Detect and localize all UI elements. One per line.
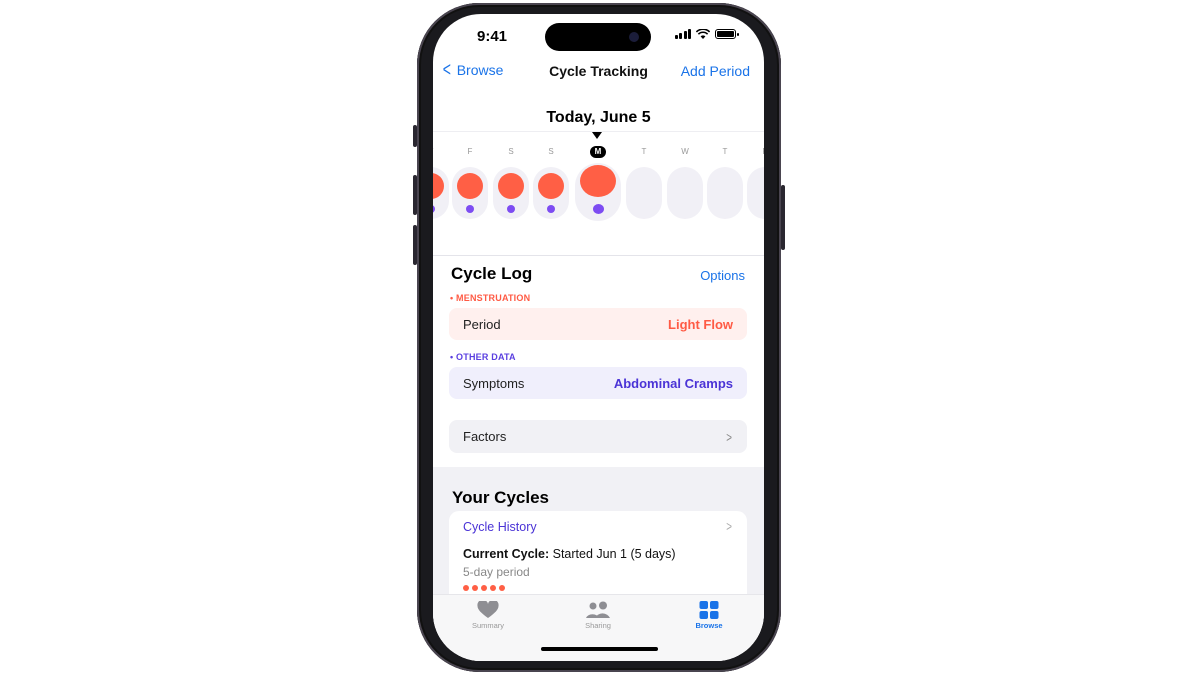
tab-browse[interactable]: Browse	[669, 601, 749, 630]
period-day-dot	[490, 585, 496, 591]
power-button	[781, 185, 785, 250]
period-dots	[463, 585, 505, 591]
cycle-log-title: Cycle Log	[451, 264, 533, 283]
day-letter: T	[722, 147, 728, 156]
day-cell[interactable]	[433, 167, 449, 219]
day-cell[interactable]	[626, 167, 662, 219]
day-cell[interactable]	[707, 167, 743, 219]
day-letter: F	[755, 147, 764, 156]
current-cycle: Current Cycle: Started Jun 1 (5 days)	[463, 547, 676, 561]
period-flow-marker	[538, 173, 564, 199]
volume-down-button	[413, 225, 417, 265]
period-length: 5-day period	[463, 565, 530, 579]
period-flow-marker	[457, 173, 483, 199]
symptom-marker	[433, 205, 435, 213]
symptom-marker	[547, 205, 555, 213]
menstruation-label: • MENSTRUATION	[450, 293, 531, 303]
period-day-dot	[481, 585, 487, 591]
day-letter: S	[548, 147, 554, 156]
chevron-right-icon: >	[726, 428, 732, 445]
day-letter: T	[641, 147, 647, 156]
tab-summary[interactable]: Summary	[448, 601, 528, 630]
period-flow-marker	[433, 173, 444, 199]
day-letter: S	[508, 147, 514, 156]
tab-label: Browse	[695, 621, 723, 630]
heart-icon	[477, 601, 499, 618]
your-cycles-title: Your Cycles	[452, 488, 550, 507]
day-cell[interactable]	[452, 167, 488, 219]
day-cell[interactable]	[575, 163, 621, 221]
tab-label: Sharing	[585, 621, 611, 630]
other-data-label: • OTHER DATA	[450, 352, 516, 362]
camera-icon	[629, 32, 639, 42]
symptom-marker	[592, 204, 604, 214]
nav-bar: < Browse Cycle Tracking Add Period	[433, 60, 764, 86]
period-day-dot	[499, 585, 505, 591]
tab-label: Summary	[471, 621, 505, 630]
tab-bar: Summary Sharing Browse	[433, 594, 764, 661]
day-cell[interactable]	[533, 167, 569, 219]
status-time: 9:41	[477, 28, 508, 45]
day-cell[interactable]	[667, 167, 703, 219]
day-cell[interactable]	[493, 167, 529, 219]
phone-screen: 9:41 < Browse Cycle Tracking Add Period …	[433, 14, 764, 661]
current-cycle-value: Started Jun 1 (5 days)	[549, 547, 676, 561]
action-button	[413, 125, 417, 147]
period-label: Period	[463, 316, 501, 332]
day-cell[interactable]	[747, 167, 764, 219]
home-indicator[interactable]	[541, 647, 658, 651]
people-icon	[586, 601, 610, 618]
dynamic-island	[545, 23, 651, 51]
battery-icon	[715, 29, 739, 39]
period-day-dot	[472, 585, 478, 591]
factors-row[interactable]: Factors >	[449, 420, 747, 453]
divider	[433, 255, 764, 256]
wifi-icon	[696, 29, 710, 39]
add-period-button[interactable]: Add Period	[681, 63, 750, 79]
options-button[interactable]: Options	[700, 268, 745, 283]
current-cycle-label: Current Cycle:	[463, 547, 550, 561]
period-flow-marker	[580, 165, 616, 197]
symptoms-label: Symptoms	[463, 375, 525, 391]
symptom-marker	[466, 205, 474, 213]
cycle-history-link[interactable]: Cycle History	[463, 520, 537, 534]
date-title: Today, June 5	[546, 109, 651, 126]
day-letter: T	[433, 147, 441, 156]
calendar-strip[interactable]: TFSSMTWTF	[433, 146, 764, 227]
today-marker-icon	[592, 132, 602, 139]
day-letter: M	[590, 146, 606, 158]
grid-icon	[699, 601, 719, 619]
factors-label: Factors	[463, 429, 507, 444]
period-row[interactable]: Period Light Flow	[449, 308, 747, 340]
signal-icon	[674, 29, 691, 39]
period-day-dot	[463, 585, 469, 591]
status-icons	[674, 29, 739, 39]
chevron-right-icon: >	[726, 518, 732, 534]
period-flow-marker	[498, 173, 524, 199]
symptoms-row[interactable]: Symptoms Abdominal Cramps	[449, 367, 747, 399]
day-letter: F	[467, 147, 473, 156]
symptom-marker	[507, 205, 515, 213]
symptoms-value: Abdominal Cramps	[613, 375, 733, 391]
volume-up-button	[413, 175, 417, 215]
period-value: Light Flow	[668, 316, 733, 332]
day-letter: W	[681, 147, 689, 156]
tab-sharing[interactable]: Sharing	[558, 601, 638, 630]
